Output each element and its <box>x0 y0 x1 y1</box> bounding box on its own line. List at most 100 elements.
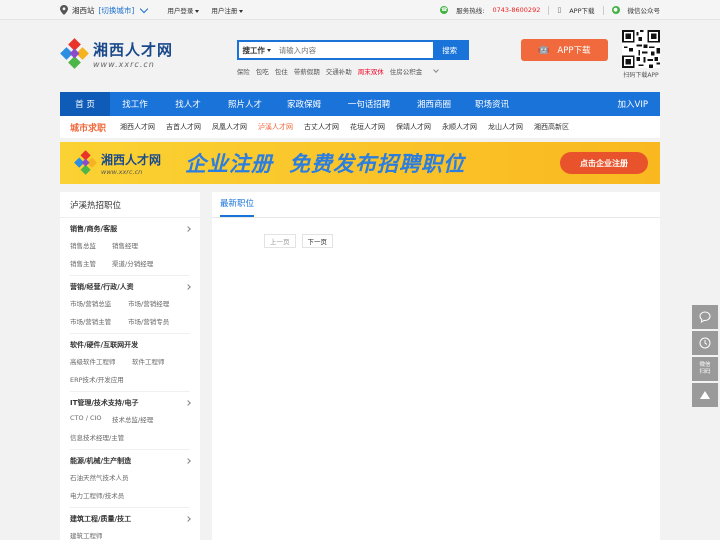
job-link[interactable]: ERP技术/开发应用 <box>70 374 150 384</box>
job-link[interactable]: 石油天然气技术人员 <box>70 472 150 482</box>
category-header[interactable]: 建筑工程/质量/技工 <box>70 514 191 524</box>
search-button[interactable]: 搜索 <box>432 42 467 58</box>
nav-item-housekeeping[interactable]: 家政保姆 <box>274 92 334 116</box>
location-pin-icon <box>60 5 68 15</box>
logo-mark-icon <box>74 150 98 175</box>
nav-item-career-news[interactable]: 职场资讯 <box>464 92 520 116</box>
job-link[interactable]: 市场/营销总监 <box>70 298 126 308</box>
job-link[interactable]: 市场/营销主管 <box>70 316 126 326</box>
category-name: 能源/机械/生产制造 <box>70 457 132 465</box>
chevron-down-icon <box>140 4 149 13</box>
next-page-button[interactable]: 下一页 <box>301 234 333 248</box>
job-link[interactable]: 渠道/分销经理 <box>112 258 168 268</box>
main-content: 泸溪热招职位 销售/商务/客服 销售总监 销售经理 销售主管 渠道/分销经理 营… <box>60 192 660 540</box>
city-link[interactable]: 龙山人才网 <box>488 122 523 132</box>
hot-word[interactable]: 周末双休 <box>358 66 384 76</box>
user-login-menu[interactable]: 用户登录 <box>167 5 199 15</box>
job-link[interactable]: 市场/营销经理 <box>128 298 184 308</box>
nav-item-home[interactable]: 首 页 <box>60 92 110 116</box>
banner-text-2: 免费发布招聘职位 <box>289 152 466 176</box>
floating-toolbar: 微信 扫码 <box>692 305 718 407</box>
banner-logo-url: www.xxrc.cn <box>101 167 143 176</box>
company-register-button[interactable]: 点击企业注册 <box>560 152 648 174</box>
wechat-scan-button[interactable]: 微信 扫码 <box>692 357 718 381</box>
nav-item-business-circle[interactable]: 湘西商圈 <box>404 92 464 116</box>
user-register-menu[interactable]: 用户注册 <box>211 5 243 15</box>
category: 销售/商务/客服 销售总监 销售经理 销售主管 渠道/分销经理 <box>60 218 200 270</box>
category-header[interactable]: 营销/经营/行政/人资 <box>70 282 191 292</box>
job-link[interactable]: 高级软件工程师 <box>70 356 130 366</box>
category-header[interactable]: 能源/机械/生产制造 <box>70 456 191 466</box>
category-name: 营销/经营/行政/人资 <box>70 283 134 291</box>
job-link[interactable]: 信息技术经理/主管 <box>70 432 150 442</box>
qr-caption: 扫码下载APP <box>623 72 659 79</box>
clock-icon <box>699 337 711 349</box>
city-link-current[interactable]: 泸溪人才网 <box>258 122 293 132</box>
hot-word[interactable]: 包吃 <box>256 66 269 76</box>
join-vip-link[interactable]: 加入VIP <box>618 92 660 116</box>
nav-item-find-job[interactable]: 找工作 <box>110 92 160 116</box>
switch-city-link[interactable]: [切换城市] <box>99 5 135 16</box>
category-header[interactable]: IT管理/技术支持/电子 <box>70 398 191 408</box>
search-input[interactable] <box>274 42 433 58</box>
pagination: 上一页 下一页 <box>264 234 660 248</box>
history-button[interactable] <box>692 331 718 355</box>
city-link[interactable]: 保靖人才网 <box>396 122 431 132</box>
city-link[interactable]: 花垣人才网 <box>350 122 385 132</box>
hot-word[interactable]: 住房公积金 <box>390 66 423 76</box>
category: 营销/经营/行政/人资 市场/营销总监 市场/营销经理 市场/营销主管 市场/营… <box>60 276 200 328</box>
city-bar: 城市求职 湘西人才网 吉首人才网 凤凰人才网 泸溪人才网 古丈人才网 花垣人才网… <box>60 116 660 138</box>
panel-header: 最新职位 <box>212 192 660 218</box>
job-link[interactable]: CTO / CIO <box>70 414 110 424</box>
category-header[interactable]: 销售/商务/客服 <box>70 224 191 234</box>
city-link[interactable]: 永顺人才网 <box>442 122 477 132</box>
qr-code-area: 扫码下载APP <box>622 30 660 79</box>
job-link[interactable]: 销售主管 <box>70 258 110 268</box>
hotline-label: 服务热线: <box>456 7 485 15</box>
hot-word[interactable]: 保险 <box>237 66 250 76</box>
category-name: 建筑工程/质量/技工 <box>70 515 132 523</box>
chat-icon <box>699 311 711 323</box>
category: 软件/硬件/互联网开发 高级软件工程师 软件工程师 ERP技术/开发应用 <box>60 334 200 386</box>
site-logo[interactable]: 湘西人才网 www.xxrc.cn <box>60 38 229 70</box>
category-header[interactable]: 软件/硬件/互联网开发 <box>70 340 190 350</box>
location-switcher[interactable]: 湘西站 [切换城市] <box>60 4 149 16</box>
city-link[interactable]: 古丈人才网 <box>304 122 339 132</box>
banner-headline: 企业注册 免费发布招聘职位 <box>185 148 465 178</box>
online-consult-button[interactable] <box>692 305 718 329</box>
job-link[interactable]: 软件工程师 <box>132 356 188 366</box>
job-link[interactable]: 建筑工程师 <box>70 530 126 540</box>
hot-word[interactable]: 带薪假期 <box>294 66 320 76</box>
hotline-number: 0743-8600292 <box>492 6 541 14</box>
hot-word[interactable]: 交通补助 <box>326 66 352 76</box>
job-link[interactable]: 销售经理 <box>112 240 152 250</box>
banner-text-1: 企业注册 <box>185 152 274 176</box>
current-site: 湘西站 <box>72 5 95 15</box>
city-link[interactable]: 凤凰人才网 <box>212 122 247 132</box>
job-link[interactable]: 销售总监 <box>70 240 110 250</box>
back-to-top-button[interactable] <box>692 383 718 407</box>
chevron-down-icon[interactable] <box>433 66 440 73</box>
prev-page-button[interactable]: 上一页 <box>264 234 296 248</box>
divider <box>548 5 550 15</box>
chevron-right-icon <box>185 226 191 232</box>
wechat-link[interactable]: 微信公众号 <box>628 5 661 15</box>
nav-item-quick-hire[interactable]: 一句话招聘 <box>334 92 404 116</box>
app-download-link[interactable]: APP下载 <box>569 5 594 15</box>
job-link[interactable]: 电力工程师/技术员 <box>70 490 150 500</box>
city-link[interactable]: 湘西人才网 <box>120 122 155 132</box>
company-register-banner[interactable]: 湘西人才网 www.xxrc.cn 企业注册 免费发布招聘职位 点击企业注册 <box>60 142 660 184</box>
city-link[interactable]: 湘西高新区 <box>534 122 569 132</box>
job-link[interactable]: 技术总监/经理 <box>112 414 168 424</box>
city-link[interactable]: 吉首人才网 <box>166 122 201 132</box>
qr-code-icon <box>622 30 660 68</box>
search-type-select[interactable]: 搜工作 <box>238 42 275 58</box>
app-download-button[interactable]: 🤖 APP下载 <box>520 39 608 61</box>
job-link[interactable]: 市场/营销专员 <box>128 316 184 326</box>
tab-latest-jobs[interactable]: 最新职位 <box>220 197 255 217</box>
nav-item-photo-talent[interactable]: 照片人才 <box>216 92 274 116</box>
mobile-icon: ▯ <box>557 6 562 14</box>
chevron-right-icon <box>185 400 191 406</box>
nav-item-find-talent[interactable]: 找人才 <box>160 92 216 116</box>
hot-word[interactable]: 包住 <box>275 66 288 76</box>
